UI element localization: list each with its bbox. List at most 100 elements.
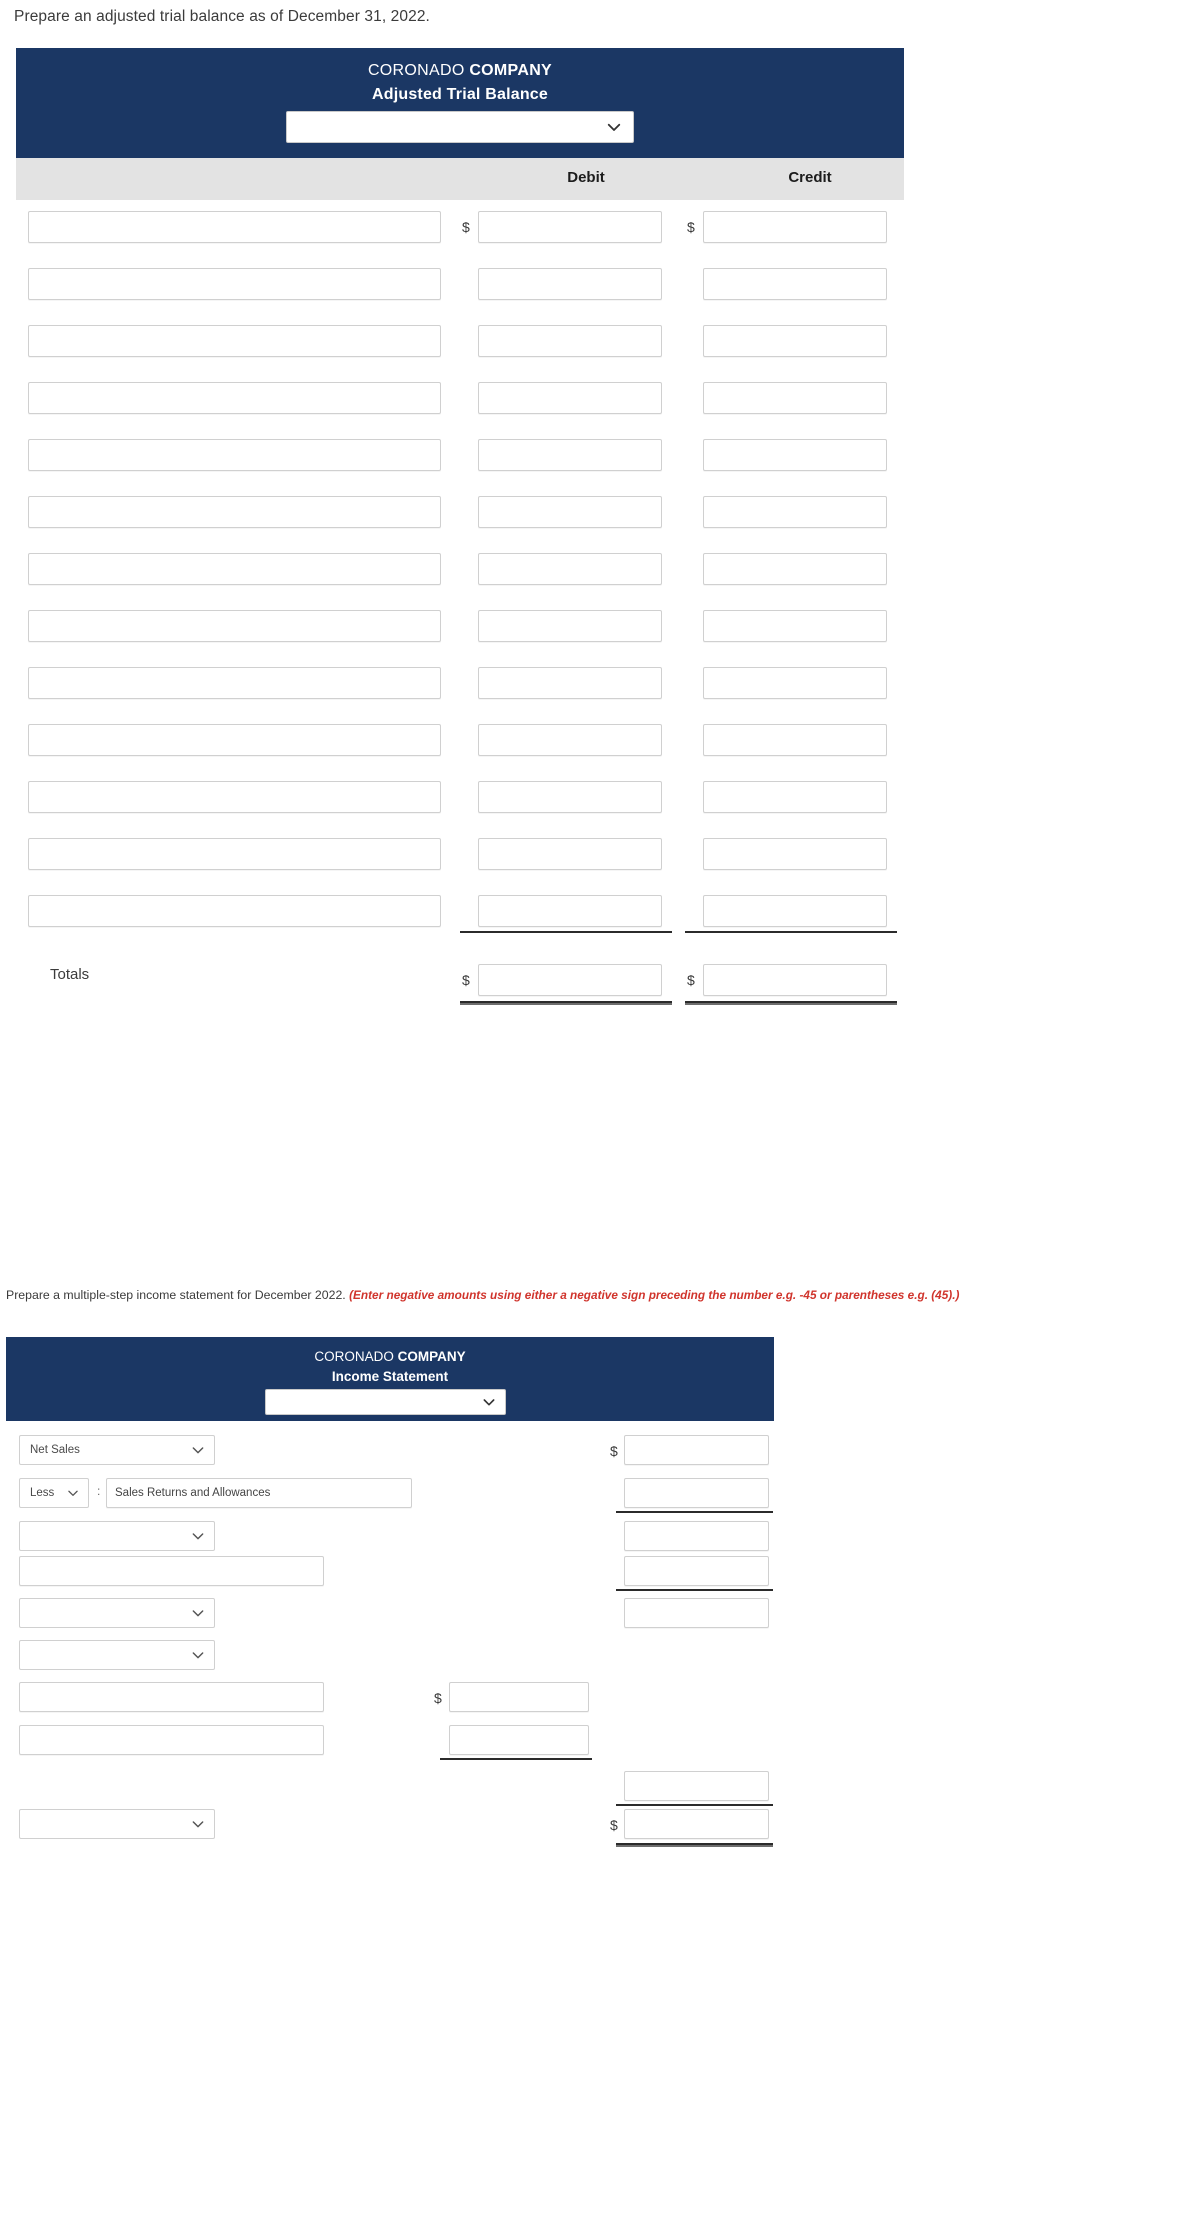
income-line-select-5[interactable] <box>19 1598 215 1628</box>
income-amount-input-5[interactable] <box>624 1598 769 1628</box>
credit-amount-input-11[interactable] <box>703 781 887 813</box>
is-company-name: CORONADO COMPANY <box>6 1349 774 1364</box>
debit-amount-input-12[interactable] <box>478 838 662 870</box>
account-name-input-1[interactable] <box>28 211 441 243</box>
credit-amount-input-8[interactable] <box>703 610 887 642</box>
trial-balance-period-select[interactable] <box>286 111 634 143</box>
income-statement-row <box>6 1640 774 1674</box>
table-row <box>16 496 904 553</box>
debit-amount-input-2[interactable] <box>478 268 662 300</box>
table-row <box>16 724 904 781</box>
chevron-down-icon <box>66 1479 80 1507</box>
credit-amount-input-9[interactable] <box>703 667 887 699</box>
debit-amount-input-6[interactable] <box>478 496 662 528</box>
debit-amount-input-7[interactable] <box>478 553 662 585</box>
credit-amount-input-2[interactable] <box>703 268 887 300</box>
account-name-input-12[interactable] <box>28 838 441 870</box>
totals-debit-input[interactable] <box>478 964 662 996</box>
debit-amount-input-9[interactable] <box>478 667 662 699</box>
subtotal-rule <box>616 1511 773 1513</box>
income-amount-input-2[interactable] <box>624 1478 769 1508</box>
income-line-text-8[interactable] <box>19 1725 324 1755</box>
credit-amount-input-5[interactable] <box>703 439 887 471</box>
debit-amount-input-10[interactable] <box>478 724 662 756</box>
chevron-down-icon <box>190 1810 206 1838</box>
account-name-input-11[interactable] <box>28 781 441 813</box>
less-select-2-value: Less <box>30 1487 55 1499</box>
income-amount-input-9[interactable] <box>624 1771 769 1801</box>
table-row <box>16 838 904 895</box>
account-name-input-2[interactable] <box>28 268 441 300</box>
income-amount-input-7[interactable] <box>449 1682 589 1712</box>
income-amount-input-10[interactable] <box>624 1809 769 1839</box>
account-name-input-8[interactable] <box>28 610 441 642</box>
account-name-input-9[interactable] <box>28 667 441 699</box>
amount-dollar-sign-10: $ <box>610 1817 618 1833</box>
income-statement-header: CORONADO COMPANY Income Statement <box>6 1337 774 1421</box>
income-line-select-3[interactable] <box>19 1521 215 1551</box>
credit-amount-input-12[interactable] <box>703 838 887 870</box>
account-name-input-13[interactable] <box>28 895 441 927</box>
chevron-down-icon <box>190 1599 206 1627</box>
income-line-text-4[interactable] <box>19 1556 324 1586</box>
subtotal-rule <box>616 1804 773 1806</box>
credit-amount-input-1[interactable] <box>703 211 887 243</box>
debit-amount-input-13[interactable] <box>478 895 662 927</box>
income-line-text-7[interactable] <box>19 1682 324 1712</box>
debit-amount-input-5[interactable] <box>478 439 662 471</box>
trial-balance-header: CORONADO COMPANY Adjusted Trial Balance <box>16 48 904 158</box>
credit-amount-input-13[interactable] <box>703 895 887 927</box>
trial-balance-column-headers: Debit Credit <box>16 158 904 200</box>
trial-balance-rows: $ $ Totals $ $ <box>16 200 904 1024</box>
table-row <box>16 268 904 325</box>
adjusted-trial-balance-card: CORONADO COMPANY Adjusted Trial Balance … <box>16 48 904 1024</box>
totals-credit-input[interactable] <box>703 964 887 996</box>
debit-amount-input-1[interactable] <box>478 211 662 243</box>
debit-dollar-sign: $ <box>462 219 470 235</box>
amount-dollar-sign-7: $ <box>434 1690 442 1706</box>
colon-separator: : <box>97 1484 101 1498</box>
account-name-input-3[interactable] <box>28 325 441 357</box>
credit-subtotal-rule <box>685 931 897 933</box>
table-row <box>16 553 904 610</box>
company-name-prefix: CORONADO <box>367 62 470 79</box>
column-header-credit: Credit <box>788 169 832 186</box>
debit-amount-input-3[interactable] <box>478 325 662 357</box>
debit-amount-input-11[interactable] <box>478 781 662 813</box>
credit-amount-input-3[interactable] <box>703 325 887 357</box>
debit-amount-input-4[interactable] <box>478 382 662 414</box>
totals-credit-dollar-sign: $ <box>687 972 695 988</box>
chevron-down-icon <box>190 1522 206 1550</box>
company-name: CORONADO COMPANY <box>16 62 904 80</box>
less-select-2[interactable]: Less <box>19 1478 89 1508</box>
totals-debit-dollar-sign: $ <box>462 972 470 988</box>
totals-row: Totals $ $ <box>16 954 904 1024</box>
credit-amount-input-7[interactable] <box>703 553 887 585</box>
income-line-text-2[interactable]: Sales Returns and Allowances <box>106 1478 412 1508</box>
income-statement-period-select[interactable] <box>265 1389 506 1415</box>
income-amount-input-3[interactable] <box>624 1521 769 1551</box>
income-amount-input-1[interactable] <box>624 1435 769 1465</box>
income-statement-row: $ <box>6 1682 774 1716</box>
account-name-input-10[interactable] <box>28 724 441 756</box>
debit-subtotal-rule <box>460 931 672 933</box>
table-row <box>16 667 904 724</box>
credit-amount-input-6[interactable] <box>703 496 887 528</box>
account-name-input-7[interactable] <box>28 553 441 585</box>
income-amount-input-4[interactable] <box>624 1556 769 1586</box>
income-statement-rows: Net Sales $ Less: Sales Returns and Allowan… <box>6 1421 774 2221</box>
income-line-select-10[interactable] <box>19 1809 215 1839</box>
table-row <box>16 610 904 667</box>
table-row: $ $ <box>16 211 904 268</box>
account-name-input-6[interactable] <box>28 496 441 528</box>
income-line-select-1-value: Net Sales <box>30 1444 80 1456</box>
debit-amount-input-8[interactable] <box>478 610 662 642</box>
income-statement-row <box>6 1598 774 1632</box>
income-line-select-1[interactable]: Net Sales <box>19 1435 215 1465</box>
account-name-input-4[interactable] <box>28 382 441 414</box>
income-amount-input-8[interactable] <box>449 1725 589 1755</box>
income-line-select-6[interactable] <box>19 1640 215 1670</box>
credit-amount-input-4[interactable] <box>703 382 887 414</box>
credit-amount-input-10[interactable] <box>703 724 887 756</box>
account-name-input-5[interactable] <box>28 439 441 471</box>
